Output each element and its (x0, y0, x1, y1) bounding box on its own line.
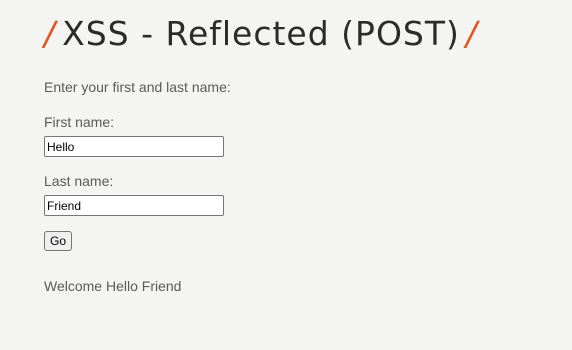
title-slash-right: / (465, 14, 479, 53)
form-intro: Enter your first and last name: (44, 79, 231, 95)
page-title: / XSS - Reflected (POST) / (44, 12, 478, 56)
go-button[interactable]: Go (44, 231, 73, 251)
last-name-field[interactable] (44, 195, 224, 216)
welcome-message: Welcome Hello Friend (44, 278, 182, 294)
last-name-label: Last name: (44, 173, 114, 189)
title-text: XSS - Reflected (POST) (62, 14, 460, 53)
first-name-field[interactable] (44, 136, 224, 157)
page: / XSS - Reflected (POST) / Enter your firs… (0, 0, 572, 350)
title-slash-left: / (44, 14, 57, 53)
first-name-label: First name: (44, 114, 115, 130)
